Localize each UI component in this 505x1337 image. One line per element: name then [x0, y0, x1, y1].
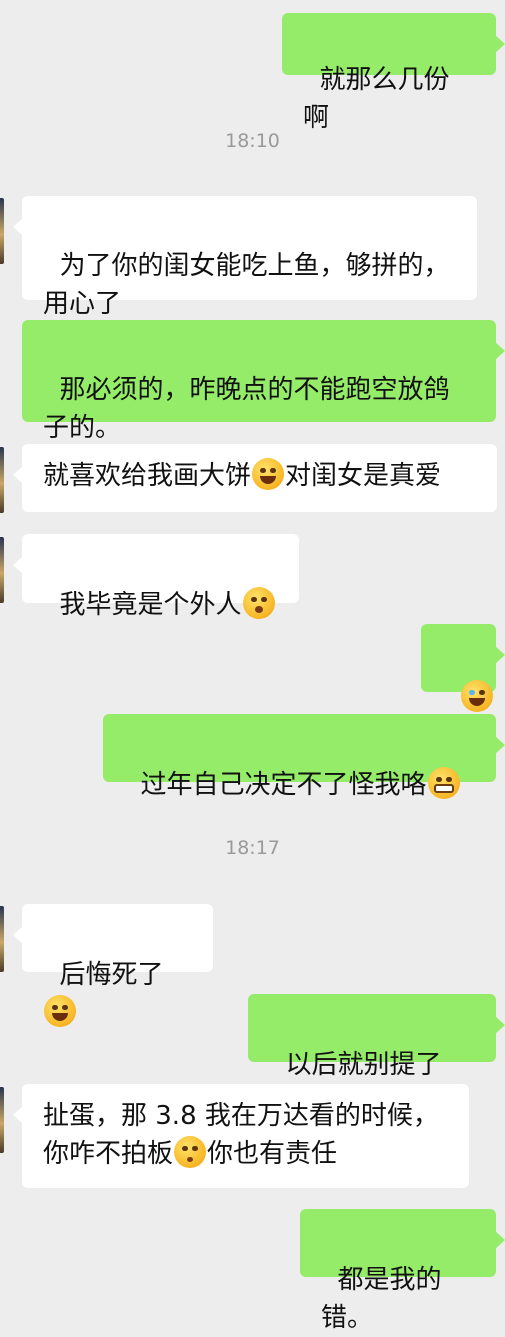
message-text: 以后就别提了 — [285, 1050, 442, 1080]
message-bubble-incoming[interactable]: 就喜欢给我画大饼 对闺女是真爱 — [13, 444, 497, 512]
grinning-squint-icon — [44, 995, 76, 1027]
message-text: 你咋不拍板 — [43, 1139, 174, 1169]
message-text: 为了你的闺女能吃上鱼，够拼的，用心了 — [43, 251, 450, 319]
message-text: 后悔死了 — [59, 960, 164, 990]
avatar[interactable] — [0, 447, 4, 513]
message-bubble-incoming[interactable]: 扯蛋，那 3.8 我在万达看的时候， 你咋不拍板 你也有责任 — [13, 1084, 469, 1188]
message-text: 就喜欢给我画大饼 — [43, 461, 252, 491]
message-bubble-outgoing[interactable]: 过年自己决定不了怪我咯 — [103, 714, 505, 800]
message-bubble-outgoing[interactable]: 都是我的错。 — [300, 1209, 505, 1333]
timestamp: 18:10 — [225, 130, 280, 152]
message-text: 都是我的错。 — [321, 1265, 442, 1333]
message-bubble-outgoing[interactable]: 就那么几份啊 — [282, 13, 505, 133]
rolling-laughing-icon — [460, 680, 493, 712]
message-text: 那必须的，昨晚点的不能跑空放鸽子的。 — [43, 375, 450, 443]
timestamp: 18:17 — [225, 837, 280, 859]
avatar[interactable] — [0, 537, 4, 603]
avatar[interactable] — [0, 198, 4, 264]
message-bubble-outgoing[interactable] — [421, 624, 505, 712]
avatar[interactable] — [0, 1087, 4, 1153]
avatar[interactable] — [0, 906, 4, 972]
message-bubble-outgoing[interactable]: 那必须的，昨晚点的不能跑空放鸽子的。 — [22, 320, 505, 443]
grinning-squint-icon — [252, 458, 285, 490]
message-text: 我毕竟是个外人 — [59, 590, 242, 620]
message-text: 对闺女是真爱 — [285, 461, 442, 491]
message-bubble-incoming[interactable]: 我毕竟是个外人 — [13, 534, 299, 620]
message-bubble-incoming[interactable]: 后悔死了 — [13, 904, 213, 1027]
message-text: 过年自己决定不了怪我咯 — [140, 770, 427, 800]
flushed-face-icon — [242, 587, 275, 619]
message-text: 你也有责任 — [207, 1139, 338, 1169]
hushed-face-icon — [174, 1136, 207, 1168]
message-text: 扯蛋，那 3.8 我在万达看的时候， — [43, 1101, 439, 1131]
message-bubble-incoming[interactable]: 为了你的闺女能吃上鱼，够拼的，用心了 — [13, 196, 477, 319]
message-bubble-outgoing[interactable]: 以后就别提了 — [248, 994, 505, 1117]
message-text: 就那么几份啊 — [303, 65, 450, 133]
grimacing-grin-icon — [427, 767, 460, 799]
